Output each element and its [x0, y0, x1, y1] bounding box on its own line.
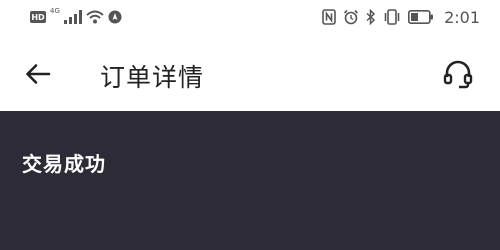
headset-icon: [443, 60, 473, 89]
app-bar: 订单详情: [0, 36, 500, 111]
location-icon: [108, 10, 122, 24]
nfc-icon: [322, 9, 336, 25]
wifi-icon: [86, 10, 104, 24]
signal-icon: [63, 10, 82, 24]
status-bar: HD 4G 2:01: [0, 0, 500, 36]
status-bar-time: 2:01: [444, 7, 480, 27]
bluetooth-icon: [366, 9, 376, 25]
network-type-label: 4G: [50, 7, 60, 15]
customer-service-button[interactable]: [438, 54, 478, 94]
arrow-left-icon: [26, 64, 51, 84]
back-button[interactable]: [20, 56, 56, 92]
page-title: 订单详情: [100, 63, 205, 92]
battery-icon: [408, 10, 434, 24]
vibrate-icon: [384, 9, 400, 25]
alarm-icon: [343, 9, 359, 25]
status-bar-right: 2:01: [322, 7, 480, 27]
status-bar-left: HD 4G: [30, 7, 122, 26]
hd-icon: HD: [30, 11, 46, 23]
order-status-banner: 交易成功: [0, 111, 500, 250]
order-status-text: 交易成功: [22, 152, 106, 176]
